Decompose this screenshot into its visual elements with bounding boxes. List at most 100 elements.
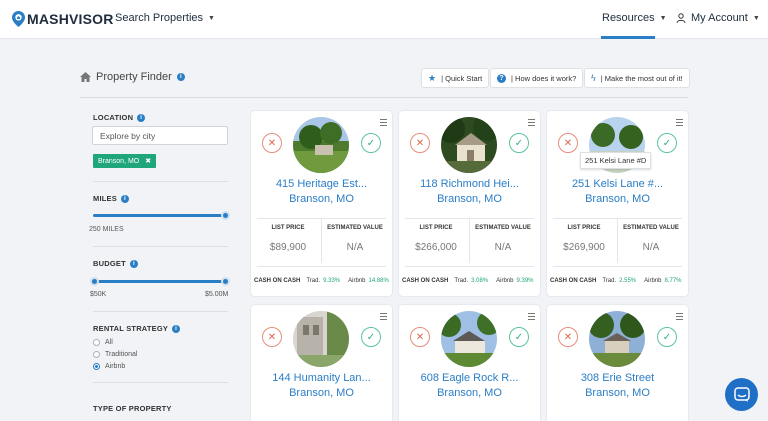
- save-property-button[interactable]: ✓: [509, 327, 529, 347]
- property-address[interactable]: 415 Heritage Est...: [251, 178, 392, 190]
- radio-button[interactable]: [93, 339, 100, 346]
- cash-on-cash-row: CASH ON CASH Trad. 9.33% Airbnb 14.88%: [254, 278, 389, 284]
- dismiss-button[interactable]: ✕: [262, 327, 282, 347]
- divider: [93, 311, 228, 312]
- menu-icon[interactable]: [676, 119, 683, 128]
- airbnb-value: 9.39%: [516, 278, 534, 284]
- resources-menu[interactable]: Resources ▼: [602, 12, 667, 24]
- star-icon: ★: [428, 72, 437, 83]
- property-photo[interactable]: [293, 311, 349, 367]
- menu-icon[interactable]: [676, 313, 683, 322]
- property-photo[interactable]: [441, 117, 497, 173]
- how-does-it-work-button[interactable]: ? | How does it work?: [490, 68, 584, 88]
- property-address[interactable]: 144 Humanity Lan...: [251, 372, 392, 384]
- close-icon: ✕: [415, 137, 425, 149]
- save-property-button[interactable]: ✓: [657, 327, 677, 347]
- menu-icon[interactable]: [528, 119, 535, 128]
- property-address[interactable]: 251 Kelsi Lane #...: [547, 178, 688, 190]
- menu-icon[interactable]: [380, 313, 387, 322]
- property-card[interactable]: ✕ ✓ 251 Kelsi Lane #... Branson, MO LIST…: [547, 111, 688, 296]
- airbnb-value: 14.88%: [368, 278, 389, 284]
- info-icon[interactable]: i: [120, 194, 129, 203]
- dismiss-button[interactable]: ✕: [410, 133, 430, 153]
- estimated-value-label: ESTIMATED VALUE: [327, 225, 383, 231]
- mashvisor-logo[interactable]: MASHVISOR: [12, 10, 114, 28]
- dismiss-button[interactable]: ✕: [558, 327, 578, 347]
- property-card[interactable]: ✕ ✓ 308 Erie Street Branson, MO: [547, 305, 688, 421]
- type-of-property-label-text: TYPE OF PROPERTY: [93, 404, 172, 413]
- property-city: Branson, MO: [437, 193, 502, 205]
- save-property-button[interactable]: ✓: [361, 133, 381, 153]
- miles-slider-track[interactable]: [93, 214, 226, 217]
- list-price-value: $266,000: [415, 242, 457, 253]
- divider: [617, 219, 618, 263]
- budget-max-handle[interactable]: [221, 277, 230, 286]
- save-property-button[interactable]: ✓: [361, 327, 381, 347]
- budget-min-value: $50K: [90, 291, 107, 298]
- property-address[interactable]: 118 Richmond Hei...: [399, 178, 540, 190]
- miles-label-text: MILES: [93, 194, 117, 203]
- info-icon[interactable]: i: [176, 73, 185, 81]
- top-nav: MASHVISOR Search Properties ▼ Resources …: [0, 0, 768, 39]
- question-icon: ?: [497, 73, 506, 83]
- info-icon[interactable]: i: [137, 113, 146, 122]
- location-label-text: LOCATION: [93, 113, 134, 122]
- property-card[interactable]: ✕ ✓ 608 Eagle Rock R... Branson, MO: [399, 305, 540, 421]
- page-title-text: Property Finder: [96, 71, 172, 83]
- home-icon: [80, 72, 91, 82]
- miles-value: 250 MILES: [89, 226, 124, 233]
- chevron-down-icon: ▼: [208, 14, 215, 22]
- rental-option-traditional[interactable]: Traditional: [93, 351, 137, 358]
- radio-button-selected[interactable]: [93, 363, 100, 370]
- property-card[interactable]: ✕ ✓ 118 Richmond Hei... Branson, MO LIST…: [399, 111, 540, 296]
- rental-option-all[interactable]: All: [93, 339, 113, 346]
- save-property-button[interactable]: ✓: [657, 133, 677, 153]
- dismiss-button[interactable]: ✕: [410, 327, 430, 347]
- make-the-most-button[interactable]: ϟ | Make the most out of it!: [584, 68, 690, 88]
- budget-label-text: BUDGET: [93, 259, 126, 268]
- rental-strategy-label: RENTAL STRATEGY i: [93, 324, 181, 333]
- chat-support-button[interactable]: [725, 378, 758, 411]
- budget-slider-track[interactable]: [95, 280, 226, 283]
- miles-label: MILES i: [93, 194, 129, 203]
- check-icon: ✓: [514, 331, 524, 343]
- quick-start-button[interactable]: ★ | Quick Start: [421, 68, 490, 88]
- estimated-value-label: ESTIMATED VALUE: [475, 225, 531, 231]
- close-icon: ✕: [415, 331, 425, 343]
- menu-icon[interactable]: [380, 119, 387, 128]
- save-property-button[interactable]: ✓: [509, 133, 529, 153]
- close-icon: ✕: [563, 137, 573, 149]
- airbnb-label: Airbnb: [496, 278, 514, 284]
- property-photo[interactable]: [293, 117, 349, 173]
- info-icon[interactable]: i: [172, 324, 181, 333]
- divider: [93, 246, 228, 247]
- location-chip[interactable]: Branson, MO ✖: [93, 154, 157, 168]
- divider: [93, 181, 228, 182]
- rental-option-airbnb[interactable]: Airbnb: [93, 363, 125, 370]
- search-properties-menu[interactable]: Search Properties ▼: [115, 12, 215, 24]
- dismiss-button[interactable]: ✕: [262, 133, 282, 153]
- active-nav-underline: [601, 36, 655, 39]
- city-search-input[interactable]: Explore by city: [92, 126, 228, 145]
- close-icon[interactable]: ✖: [145, 157, 151, 165]
- airbnb-label: Airbnb: [348, 278, 366, 284]
- property-photo[interactable]: [441, 311, 497, 367]
- radio-button[interactable]: [93, 351, 100, 358]
- property-card[interactable]: ✕ ✓ 415 Heritage Est... Branson, MO LIST…: [251, 111, 392, 296]
- budget-min-handle[interactable]: [90, 277, 99, 286]
- list-price-value: $269,900: [563, 242, 605, 253]
- list-price-label: LIST PRICE: [419, 225, 453, 231]
- divider: [321, 219, 322, 263]
- type-of-property-label: TYPE OF PROPERTY: [93, 404, 172, 413]
- menu-icon[interactable]: [528, 313, 535, 322]
- dismiss-button[interactable]: ✕: [558, 133, 578, 153]
- make-the-most-label: | Make the most out of it!: [600, 73, 683, 83]
- divider: [257, 266, 386, 267]
- property-card[interactable]: ✕ ✓ 144 Humanity Lan... Branson, MO: [251, 305, 392, 421]
- property-address[interactable]: 308 Erie Street: [547, 372, 688, 384]
- my-account-menu[interactable]: My Account ▼: [676, 12, 760, 24]
- info-icon[interactable]: i: [129, 259, 138, 268]
- property-address[interactable]: 608 Eagle Rock R...: [399, 372, 540, 384]
- miles-slider-handle[interactable]: [221, 211, 230, 220]
- property-photo[interactable]: [589, 311, 645, 367]
